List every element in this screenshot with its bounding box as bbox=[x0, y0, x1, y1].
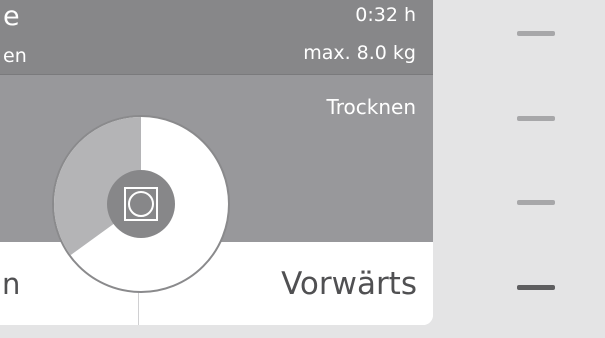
program-title: e bbox=[3, 1, 20, 32]
program-subtitle: en bbox=[3, 45, 27, 67]
back-button-label: n bbox=[2, 267, 21, 301]
remaining-time: 0:32 h bbox=[355, 4, 416, 26]
max-load: max. 8.0 kg bbox=[303, 42, 416, 64]
side-indicator-2 bbox=[517, 116, 555, 121]
side-indicator-4 bbox=[517, 285, 555, 290]
side-indicator-3 bbox=[517, 200, 555, 205]
progress-dial[interactable] bbox=[52, 115, 230, 293]
side-indicator-1 bbox=[517, 31, 555, 36]
forward-button-label: Vorwärts bbox=[281, 266, 417, 302]
mode-label: Trocknen bbox=[326, 95, 416, 119]
program-header: e en 0:32 h max. 8.0 kg bbox=[0, 0, 433, 75]
dial-center bbox=[107, 170, 175, 238]
